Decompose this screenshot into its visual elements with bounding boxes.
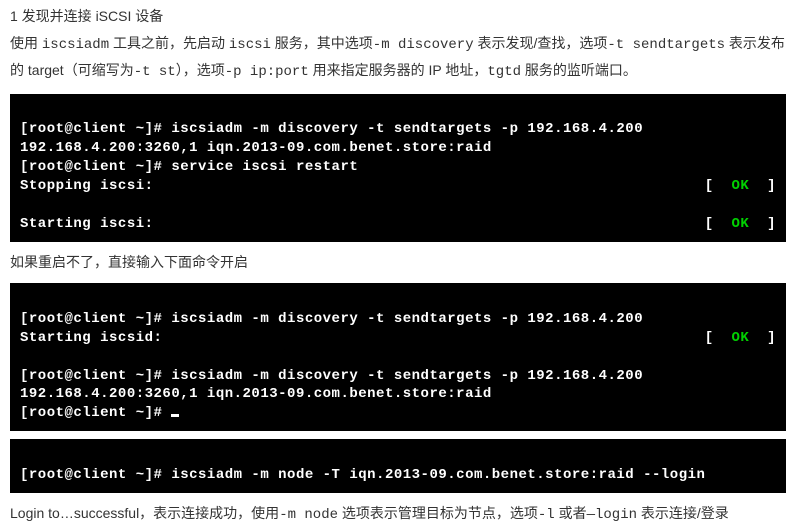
bracket: [ [705, 216, 732, 232]
text: 用来指定服务器的 IP 地址， [309, 62, 488, 78]
text: 工具之前，先启动 [109, 35, 229, 51]
code-inline: iscsi [229, 37, 271, 53]
bracket: [ [705, 178, 732, 194]
code-inline: iscsiadm [42, 37, 109, 53]
paragraph-1: 使用 iscsiadm 工具之前，先启动 iscsi 服务，其中选项-m dis… [10, 31, 786, 85]
status-ok: OK [731, 216, 749, 232]
text: 服务的监听端口。 [521, 62, 637, 78]
terminal-line: [root@client ~]# iscsiadm -m discovery -… [20, 368, 643, 384]
code-inline: -t st [134, 64, 176, 80]
terminal-line: [root@client ~]# iscsiadm -m discovery -… [20, 121, 643, 137]
cursor-icon [171, 414, 179, 417]
paragraph-3: Login to…successful，表示连接成功，使用-m node 选项表… [10, 501, 786, 528]
code-inline: -m discovery [373, 37, 474, 53]
bracket: [ [705, 330, 732, 346]
code-inline: -m node [279, 507, 338, 523]
text: 或者 [555, 505, 587, 521]
text: 使用 [10, 35, 42, 51]
text: Login to…successful，表示连接成功，使用 [10, 505, 279, 521]
text: 表示发现/查找，选项 [474, 35, 608, 51]
terminal-line: 192.168.4.200:3260,1 iqn.2013-09.com.ben… [20, 386, 492, 402]
section-heading: 1 发现并连接 iSCSI 设备 [10, 4, 786, 29]
terminal-block-1: [root@client ~]# iscsiadm -m discovery -… [10, 94, 786, 242]
bracket: ] [749, 216, 776, 232]
bracket: ] [749, 178, 776, 194]
text: ），选项 [176, 62, 225, 78]
text: 表示连接/登录 [637, 505, 729, 521]
terminal-line: [root@client ~]# service iscsi restart [20, 159, 358, 175]
terminal-block-2: [root@client ~]# iscsiadm -m discovery -… [10, 283, 786, 431]
status-ok: OK [731, 178, 749, 194]
status-ok: OK [731, 330, 749, 346]
code-inline: —login [587, 507, 637, 523]
bracket: ] [749, 330, 776, 346]
text: 服务，其中选项 [271, 35, 373, 51]
terminal-block-3: [root@client ~]# iscsiadm -m node -T iqn… [10, 439, 786, 493]
code-inline: -p ip:port [225, 64, 309, 80]
terminal-prompt: [root@client ~]# [20, 405, 179, 421]
terminal-line: [root@client ~]# iscsiadm -m discovery -… [20, 311, 643, 327]
code-inline: -t sendtargets [607, 37, 725, 53]
terminal-line: [root@client ~]# iscsiadm -m node -T iqn… [20, 467, 705, 483]
terminal-status-label: Starting iscsid: [20, 329, 705, 348]
terminal-status-label: Starting iscsi: [20, 215, 705, 234]
terminal-line: 192.168.4.200:3260,1 iqn.2013-09.com.ben… [20, 140, 492, 156]
terminal-status-label: Stopping iscsi: [20, 177, 705, 196]
paragraph-2: 如果重启不了，直接输入下面命令开启 [10, 250, 786, 275]
code-inline: tgtd [487, 64, 521, 80]
text: 选项表示管理目标为节点，选项 [338, 505, 538, 521]
code-inline: -l [538, 507, 555, 523]
